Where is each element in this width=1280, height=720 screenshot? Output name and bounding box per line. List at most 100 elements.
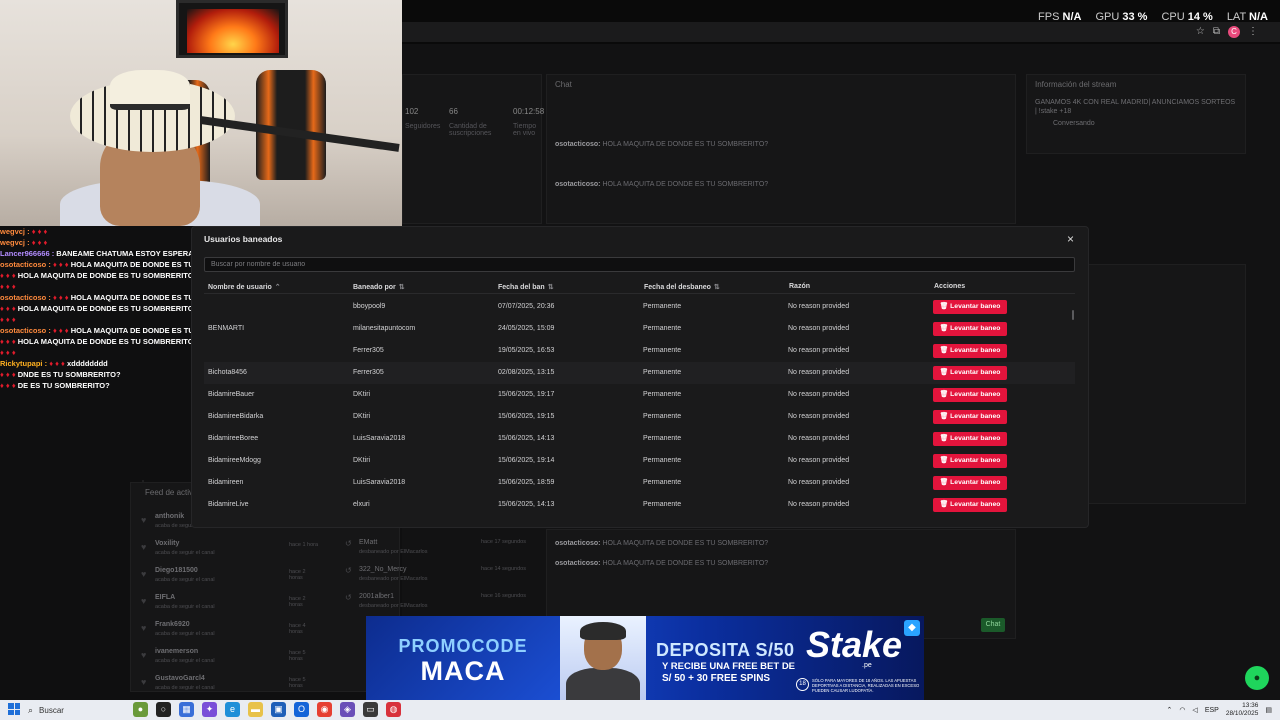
column-header-unban-date[interactable]: Fecha del desbaneo ⇅ xyxy=(644,283,720,291)
feed-item-sub: acaba de seguir el canal xyxy=(155,550,215,556)
sort-asc-icon[interactable]: ⌃ xyxy=(275,284,281,291)
lift-ban-button[interactable]: 🗑︎ Levantar baneo xyxy=(933,454,1007,468)
stats-panel: 102 Seguidores 66 Cantidad de suscripcio… xyxy=(402,74,544,224)
cell-ban-date: 19/05/2025, 16:53 xyxy=(498,347,555,354)
edge-icon[interactable]: e xyxy=(225,702,240,717)
cell-banned-by: LuisSaravia2018 xyxy=(353,435,406,442)
cell-ban-date: 15/06/2025, 18:59 xyxy=(498,479,555,486)
taskbar-search[interactable]: ⌕ Buscar xyxy=(28,703,128,717)
cell-reason: No reason provided xyxy=(788,325,850,332)
windows-start-icon[interactable] xyxy=(8,703,20,715)
heart-emote-icon: ♦ ♦ ♦ xyxy=(31,238,48,247)
explorer-icon[interactable]: ▦ xyxy=(179,702,194,717)
heart-emote-icon: ♦ ♦ ♦ xyxy=(0,370,16,379)
terminal-icon[interactable]: ▭ xyxy=(363,702,378,717)
chevron-up-icon[interactable]: ⌃ xyxy=(1166,706,1172,714)
widget-icon[interactable]: ● xyxy=(133,702,148,717)
lift-ban-button[interactable]: 🗑︎ Levantar baneo xyxy=(933,344,1007,358)
taskbar-apps: ● ○ ▦ ✦ e ▬ ▣ O ◉ ◈ ▭ ◍ xyxy=(133,702,401,717)
heart-icon: ♥ xyxy=(141,650,147,660)
feed-item-name: EIFLA xyxy=(155,594,176,601)
wifi-icon[interactable]: ◠ xyxy=(1179,706,1185,714)
chrome-icon[interactable]: ◉ xyxy=(317,702,332,717)
copilot-icon[interactable]: ✦ xyxy=(202,702,217,717)
clock[interactable]: 13:36 28/10/2025 xyxy=(1226,702,1259,718)
sort-icon[interactable]: ⇅ xyxy=(548,284,554,291)
banner-legal-text: SÓLO PARA MAYORES DE 18 AÑOS. LAS APUEST… xyxy=(812,678,920,693)
feed-item: ♥ EIFLA acaba de seguir el canal hace 2 hor… xyxy=(139,592,319,619)
lift-ban-button[interactable]: 🗑︎ Levantar baneo xyxy=(933,366,1007,380)
stream-title-text: GANAMOS 4K CON REAL MADRID| ANUNCIAMOS S… xyxy=(1035,99,1236,115)
cell-username: Bichota8456 xyxy=(208,369,247,376)
feed-item-sub: acaba de seguir el canal xyxy=(155,577,215,583)
heart-emote-icon: ♦ ♦ ♦ xyxy=(0,337,16,346)
menu-icon[interactable]: ⋮ xyxy=(1248,26,1258,38)
lift-ban-button[interactable]: 🗑︎ Levantar baneo xyxy=(933,300,1007,314)
heart-emote-icon: ♦ ♦ ♦ xyxy=(52,293,69,302)
sort-icon[interactable]: ⇅ xyxy=(714,284,720,291)
lift-ban-button[interactable]: 🗑︎ Levantar baneo xyxy=(933,432,1007,446)
chat-send-button[interactable]: Chat xyxy=(981,618,1005,632)
sort-icon[interactable]: ⇅ xyxy=(399,284,405,291)
extensions-icon[interactable]: ⧉ xyxy=(1213,26,1220,38)
chat-message: osotacticoso: HOLA MAQUITA DE DONDE ES T… xyxy=(555,560,769,567)
lang-indicator[interactable]: ESP xyxy=(1205,707,1219,714)
table-row: BidamireeMdogg DKtiri 15/06/2025, 19:14 Per… xyxy=(204,450,1075,472)
task-view-icon[interactable]: ○ xyxy=(156,702,171,717)
mod-item-sub: desbaneado por ElMacarlos xyxy=(359,549,428,555)
heart-emote-icon: ♦ ♦ ♦ xyxy=(0,271,16,280)
table-scrollbar[interactable] xyxy=(1072,310,1074,320)
cell-reason: No reason provided xyxy=(788,457,850,464)
cell-reason: No reason provided xyxy=(788,303,850,310)
cell-unban-date: Permanente xyxy=(643,369,682,376)
sponsor-banner[interactable]: PROMOCODE MACA DEPOSITA S/50 Y RECIBE UN… xyxy=(366,616,924,706)
cell-banned-by: LuisSaravia2018 xyxy=(353,479,406,486)
close-icon[interactable]: × xyxy=(1067,232,1074,246)
cell-username: BENMARTI xyxy=(208,325,245,332)
lift-ban-button[interactable]: 🗑︎ Levantar baneo xyxy=(933,476,1007,490)
feed-item-name: Voxility xyxy=(155,540,180,547)
chat-message: osotacticoso: HOLA MAQUITA DE DONDE ES T… xyxy=(555,141,769,148)
lift-ban-button[interactable]: 🗑︎ Levantar baneo xyxy=(933,322,1007,336)
modal-title: Usuarios baneados xyxy=(204,234,283,244)
windows-taskbar: ⌕ Buscar ● ○ ▦ ✦ e ▬ ▣ O ◉ ◈ ▭ ◍ ⌃ ◠ ◁ ES… xyxy=(0,700,1280,720)
feed-item-sub: acaba de seguir el canal xyxy=(155,604,215,610)
notification-icon[interactable]: ▤ xyxy=(1265,706,1272,714)
lift-ban-button[interactable]: 🗑︎ Levantar baneo xyxy=(933,410,1007,424)
heart-emote-icon: ♦ ♦ ♦ xyxy=(0,304,16,313)
stat-followers-label: Seguidores xyxy=(405,123,441,130)
cell-reason: No reason provided xyxy=(788,501,850,508)
folder-icon[interactable]: ▬ xyxy=(248,702,263,717)
cell-unban-date: Permanente xyxy=(643,303,682,310)
obs-icon[interactable]: ◍ xyxy=(386,702,401,717)
app-icon[interactable]: ◈ xyxy=(340,702,355,717)
username-search-input[interactable] xyxy=(204,257,1075,272)
heart-icon: ♥ xyxy=(141,569,147,579)
cell-reason: No reason provided xyxy=(788,413,850,420)
outlook-icon[interactable]: O xyxy=(294,702,309,717)
floating-chat-icon[interactable]: ● xyxy=(1245,666,1269,690)
column-header-banned-by[interactable]: Baneado por ⇅ xyxy=(353,283,405,291)
stat-followers: 102 xyxy=(405,107,419,116)
promo-code-block: PROMOCODE MACA xyxy=(366,616,560,706)
trash-icon: 🗑︎ xyxy=(939,347,951,354)
store-icon[interactable]: ▣ xyxy=(271,702,286,717)
cell-banned-by: DKtiri xyxy=(353,391,371,398)
banned-users-modal: Usuarios baneados × Nombre de usuario⌃ B… xyxy=(192,227,1088,527)
profile-avatar[interactable]: C xyxy=(1228,26,1240,38)
column-header-ban-date[interactable]: Fecha del ban ⇅ xyxy=(498,283,554,291)
mod-log-item: ↺ EMatt desbaneado por ElMacarlos hace 17 s… xyxy=(345,537,545,564)
banned-users-table-body: bboypool9 07/07/2025, 20:36 Permanente No r… xyxy=(204,296,1075,516)
lift-ban-button[interactable]: 🗑︎ Levantar baneo xyxy=(933,388,1007,402)
cell-reason: No reason provided xyxy=(788,479,850,486)
heart-icon: ♥ xyxy=(141,623,147,633)
lift-ban-button[interactable]: 🗑︎ Levantar baneo xyxy=(933,498,1007,512)
feed-item-time: hace 2 horas xyxy=(289,596,306,608)
heart-emote-icon: ♦ ♦ ♦ xyxy=(0,282,16,291)
banner-subtext-1: Y RECIBE UNA FREE BET DE xyxy=(662,661,796,672)
trash-icon: 🗑︎ xyxy=(939,369,951,376)
volume-icon[interactable]: ◁ xyxy=(1192,706,1197,714)
star-icon[interactable]: ☆ xyxy=(1196,26,1205,38)
column-header-username[interactable]: Nombre de usuario ⌃ xyxy=(208,283,281,291)
trash-icon: 🗑︎ xyxy=(939,457,951,464)
